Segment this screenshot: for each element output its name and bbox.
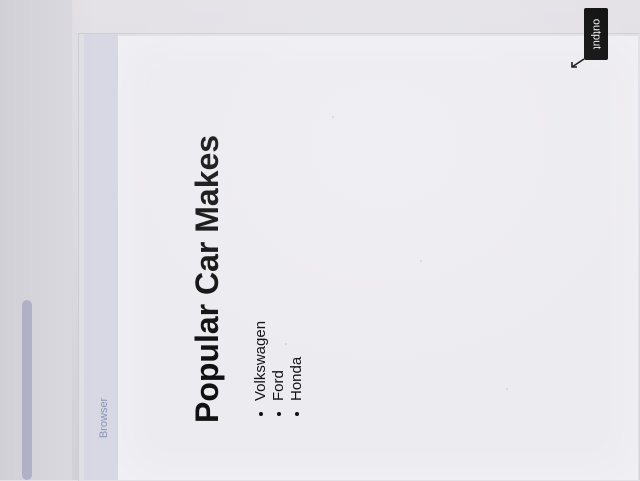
output-badge-label: output (590, 18, 603, 50)
page-title: Popular Car Makes (189, 134, 225, 423)
noise-dot (420, 260, 422, 262)
noise-dot (506, 388, 508, 390)
car-makes-list: Volkswagen Ford Honda (252, 103, 306, 423)
left-panel (0, 0, 72, 480)
scrollbar[interactable] (22, 300, 32, 480)
list-item: Honda (288, 103, 306, 401)
list-item: Volkswagen (252, 103, 270, 401)
noise-dot (332, 116, 334, 118)
list-item: Ford (270, 103, 288, 401)
rendered-page: Popular Car Makes Volkswagen Ford Honda (189, 103, 306, 423)
arrow-down-left-icon (566, 54, 590, 74)
noise-dot (285, 343, 287, 345)
browser-label: Browser (98, 397, 110, 439)
output-badge[interactable]: output (584, 8, 608, 60)
